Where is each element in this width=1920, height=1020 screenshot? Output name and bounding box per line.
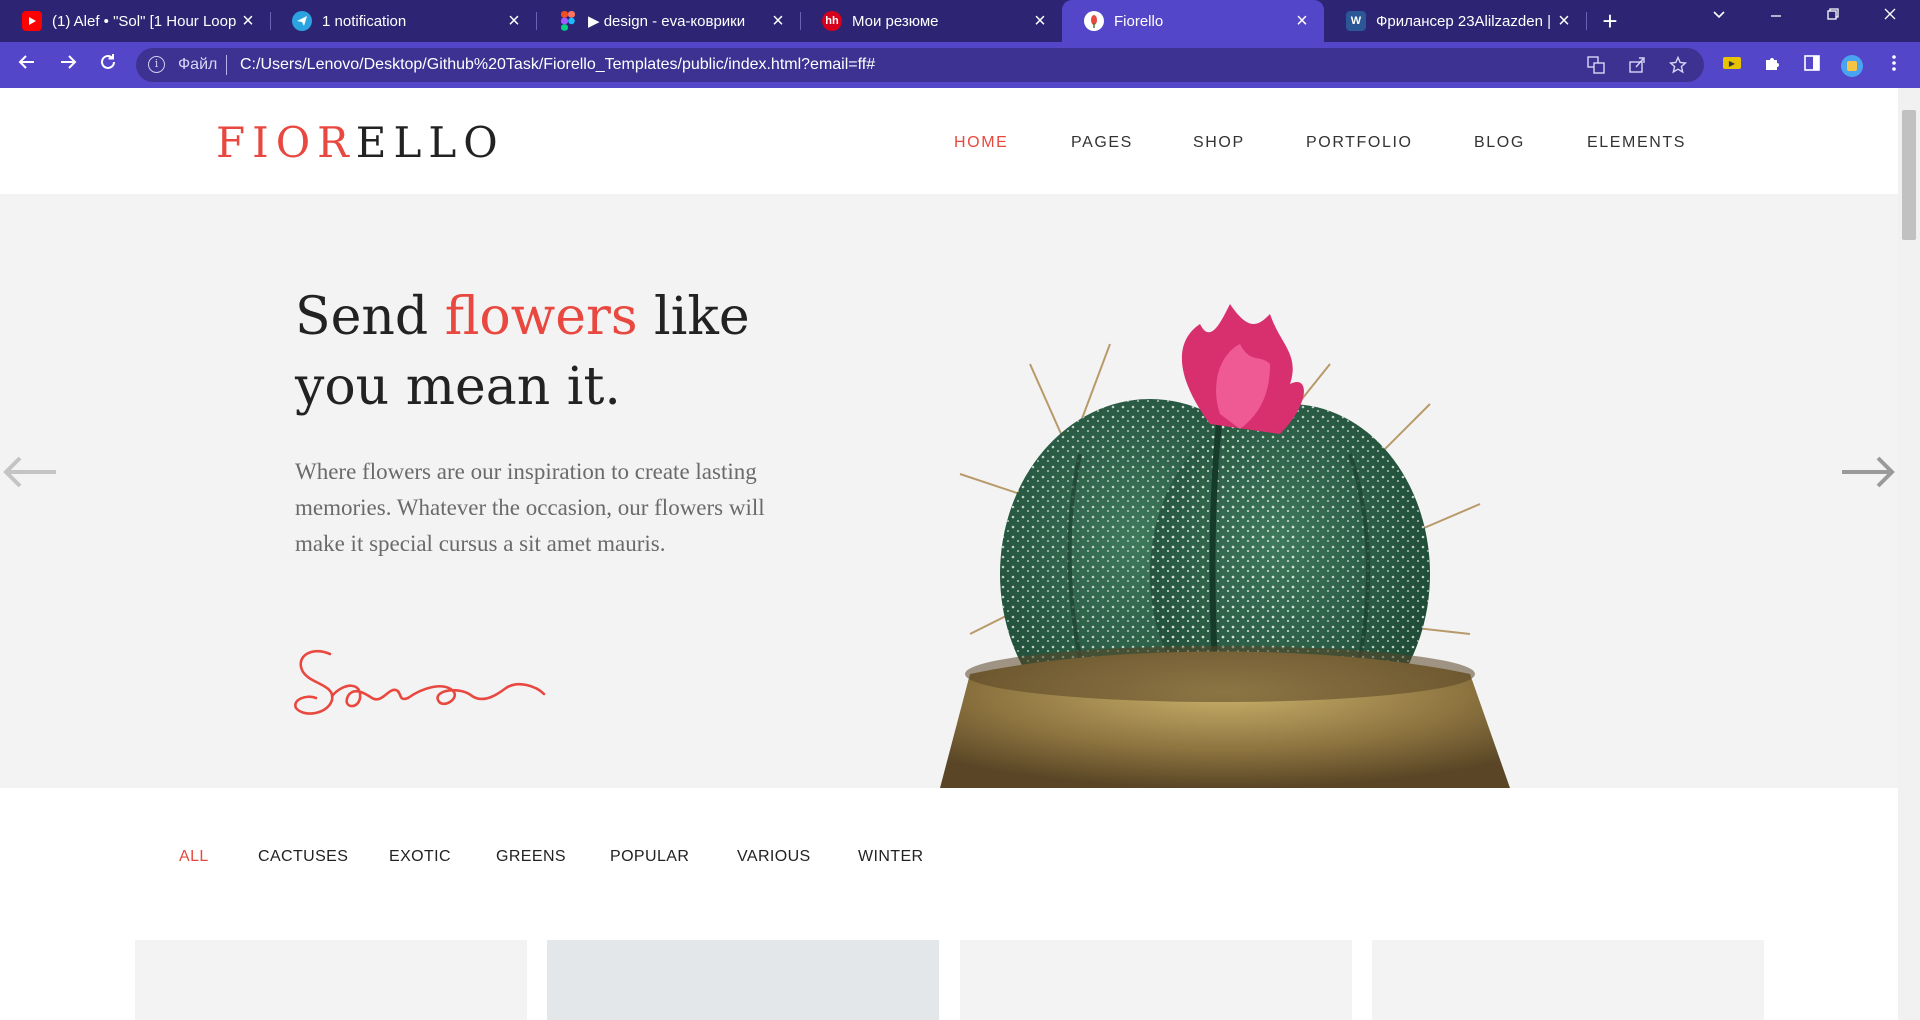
reload-button[interactable] — [94, 52, 122, 80]
svg-text:▶: ▶ — [1729, 59, 1736, 68]
telegram-icon — [292, 11, 312, 31]
logo-part-2: ELLO — [355, 118, 505, 167]
youtube-icon — [22, 11, 42, 31]
word-icon: W — [1346, 11, 1366, 31]
tab-search-icon[interactable] — [1704, 6, 1734, 27]
tab-title: Мои резюме — [852, 12, 939, 30]
browser-toolbar: i Файл C:/Users/Lenovo/Desktop/Github%20… — [0, 42, 1920, 88]
divider — [226, 55, 227, 75]
flower-image — [1372, 940, 1764, 1020]
nav-home[interactable]: HOME — [954, 134, 1008, 152]
url-text[interactable]: C:/Users/Lenovo/Desktop/Github%20Task/Fi… — [240, 56, 875, 74]
tab-title: ▶ design - eva-коврики — [588, 13, 746, 30]
product-card[interactable] — [135, 940, 527, 1020]
minimize-button[interactable] — [1761, 6, 1791, 27]
prev-slide-arrow[interactable] — [0, 452, 60, 492]
category-filters: ALL CACTUSES EXOTIC GREENS POPULAR VARIO… — [0, 848, 1898, 878]
web-page: FIORELLO HOME PAGES SHOP PORTFOLIO BLOG … — [0, 88, 1898, 1020]
profile-avatar[interactable] — [1840, 54, 1864, 78]
hero-title: Send flowers like you mean it. — [295, 282, 815, 422]
hero-title-start: Send — [295, 287, 445, 347]
filter-greens[interactable]: GREENS — [496, 848, 566, 866]
signature-image — [292, 638, 552, 733]
site-logo[interactable]: FIORELLO — [216, 118, 505, 167]
filter-cactuses[interactable]: CACTUSES — [258, 848, 348, 866]
hh-icon: hh — [822, 11, 842, 31]
browser-tab-bar: (1) Alef • "Sol" [1 Hour Loop × 1 notifi… — [0, 0, 1920, 42]
browser-tab-active[interactable]: Fiorello × — [1062, 0, 1324, 42]
nav-portfolio[interactable]: PORTFOLIO — [1306, 134, 1413, 152]
puzzle-icon[interactable] — [1760, 54, 1784, 78]
tab-title: 1 notification — [322, 12, 407, 30]
share-icon[interactable] — [1625, 56, 1649, 79]
browser-tab[interactable]: (1) Alef • "Sol" [1 Hour Loop × — [0, 0, 270, 42]
filter-various[interactable]: VARIOUS — [737, 848, 811, 866]
product-card[interactable] — [960, 940, 1352, 1020]
restore-button[interactable] — [1818, 6, 1848, 27]
back-button[interactable] — [13, 52, 41, 80]
cactus-image — [910, 304, 1530, 788]
close-icon[interactable]: × — [502, 11, 526, 31]
browser-tab[interactable]: hh Мои резюме × — [800, 0, 1062, 42]
figma-icon — [558, 11, 578, 31]
close-icon[interactable]: × — [236, 11, 260, 31]
next-slide-arrow[interactable] — [1838, 452, 1898, 492]
close-icon[interactable]: × — [1552, 11, 1576, 31]
logo-part-1: FIOR — [216, 118, 356, 167]
filter-popular[interactable]: POPULAR — [610, 848, 689, 866]
product-card[interactable] — [547, 940, 939, 1020]
nav-pages[interactable]: PAGES — [1071, 134, 1133, 152]
filter-winter[interactable]: WINTER — [858, 848, 924, 866]
menu-dots-icon[interactable] — [1882, 54, 1906, 78]
tab-title: (1) Alef • "Sol" [1 Hour Loop — [52, 12, 236, 30]
product-card[interactable] — [1372, 940, 1764, 1020]
close-icon[interactable]: × — [1290, 11, 1314, 31]
forward-button[interactable] — [54, 52, 82, 80]
tab-title: Фрилансер 23Alilzazden | С — [1376, 12, 1552, 30]
page-scrollbar[interactable] — [1898, 88, 1920, 1020]
nav-shop[interactable]: SHOP — [1193, 134, 1245, 152]
address-bar[interactable]: i Файл C:/Users/Lenovo/Desktop/Github%20… — [136, 48, 1704, 82]
close-window-button[interactable] — [1875, 6, 1905, 27]
info-icon[interactable]: i — [148, 56, 165, 73]
browser-tab[interactable]: 1 notification × — [270, 0, 536, 42]
filter-all[interactable]: ALL — [179, 848, 209, 866]
hero-description: Where flowers are our inspiration to cre… — [295, 459, 765, 556]
hero-slider: Send flowers like you mean it. Where flo… — [0, 194, 1898, 788]
close-icon[interactable]: × — [766, 11, 790, 31]
browser-tab[interactable]: W Фрилансер 23Alilzazden | С × — [1324, 0, 1586, 42]
site-header: FIORELLO HOME PAGES SHOP PORTFOLIO BLOG … — [0, 88, 1898, 194]
new-tab-button[interactable]: + — [1596, 8, 1624, 36]
nav-elements[interactable]: ELEMENTS — [1587, 134, 1686, 152]
hero-title-accent: flowers — [444, 287, 638, 347]
translate-icon[interactable] — [1584, 56, 1608, 79]
tab-title: Fiorello — [1114, 12, 1164, 30]
fiorello-favicon — [1084, 11, 1104, 31]
nav-blog[interactable]: BLOG — [1474, 134, 1525, 152]
tab-separator — [1586, 12, 1587, 30]
scrollbar-thumb[interactable] — [1902, 110, 1916, 240]
side-panel-icon[interactable] — [1800, 54, 1824, 78]
bookmark-star-icon[interactable] — [1666, 55, 1690, 79]
close-icon[interactable]: × — [1028, 11, 1052, 31]
file-label: Файл — [178, 56, 218, 73]
extension-icon[interactable]: ▶ — [1720, 54, 1744, 78]
browser-tab[interactable]: ▶ design - eva-коврики × — [536, 0, 800, 42]
filter-exotic[interactable]: EXOTIC — [389, 848, 451, 866]
